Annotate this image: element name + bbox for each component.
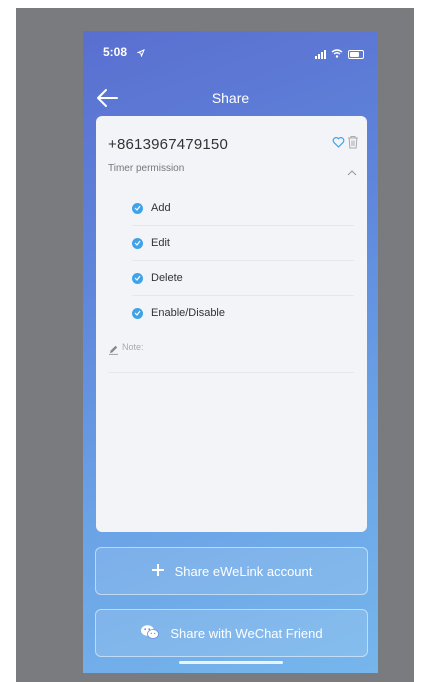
- wechat-icon: [140, 624, 160, 643]
- permission-label: Edit: [151, 237, 170, 249]
- wifi-icon: [331, 45, 343, 63]
- trash-icon[interactable]: [347, 135, 359, 149]
- phone-screen: 5:08 Share +8613967479150 Timer permissi…: [83, 31, 378, 673]
- check-circle-icon: [132, 202, 143, 214]
- note-field[interactable]: Note:: [108, 342, 354, 373]
- share-card: +8613967479150 Timer permission Add Edit: [96, 116, 367, 532]
- permission-item-delete[interactable]: Delete: [132, 261, 354, 296]
- home-indicator[interactable]: [179, 661, 283, 664]
- permission-item-enable-disable[interactable]: Enable/Disable: [132, 296, 354, 330]
- nav-bar: Share: [83, 83, 378, 113]
- permission-item-add[interactable]: Add: [132, 191, 354, 226]
- location-arrow-icon: [136, 44, 145, 58]
- permission-section-label: Timer permission: [108, 163, 185, 174]
- check-circle-icon: [132, 237, 143, 249]
- share-wechat-button[interactable]: Share with WeChat Friend: [95, 609, 368, 657]
- permission-label: Add: [151, 202, 171, 214]
- heart-icon[interactable]: [332, 136, 345, 149]
- cellular-signal-icon: [315, 49, 326, 59]
- note-label: Note:: [122, 342, 144, 352]
- pencil-icon: [108, 342, 119, 360]
- share-ewelink-button[interactable]: Share eWeLink account: [95, 547, 368, 595]
- battery-icon: [348, 49, 364, 59]
- chevron-up-icon[interactable]: [347, 164, 357, 176]
- check-circle-icon: [132, 307, 143, 319]
- device-frame: 5:08 Share +8613967479150 Timer permissi…: [16, 8, 414, 682]
- shared-phone-number: +8613967479150: [108, 136, 229, 153]
- plus-icon: [151, 563, 165, 580]
- permission-label: Enable/Disable: [151, 307, 225, 319]
- share-wechat-label: Share with WeChat Friend: [170, 625, 323, 641]
- permission-item-edit[interactable]: Edit: [132, 226, 354, 261]
- page-title: Share: [211, 90, 250, 106]
- check-circle-icon: [132, 272, 143, 284]
- status-bar: 5:08: [83, 31, 378, 71]
- share-ewelink-label: Share eWeLink account: [174, 563, 313, 579]
- permission-label: Delete: [151, 272, 183, 284]
- status-time: 5:08: [103, 45, 128, 59]
